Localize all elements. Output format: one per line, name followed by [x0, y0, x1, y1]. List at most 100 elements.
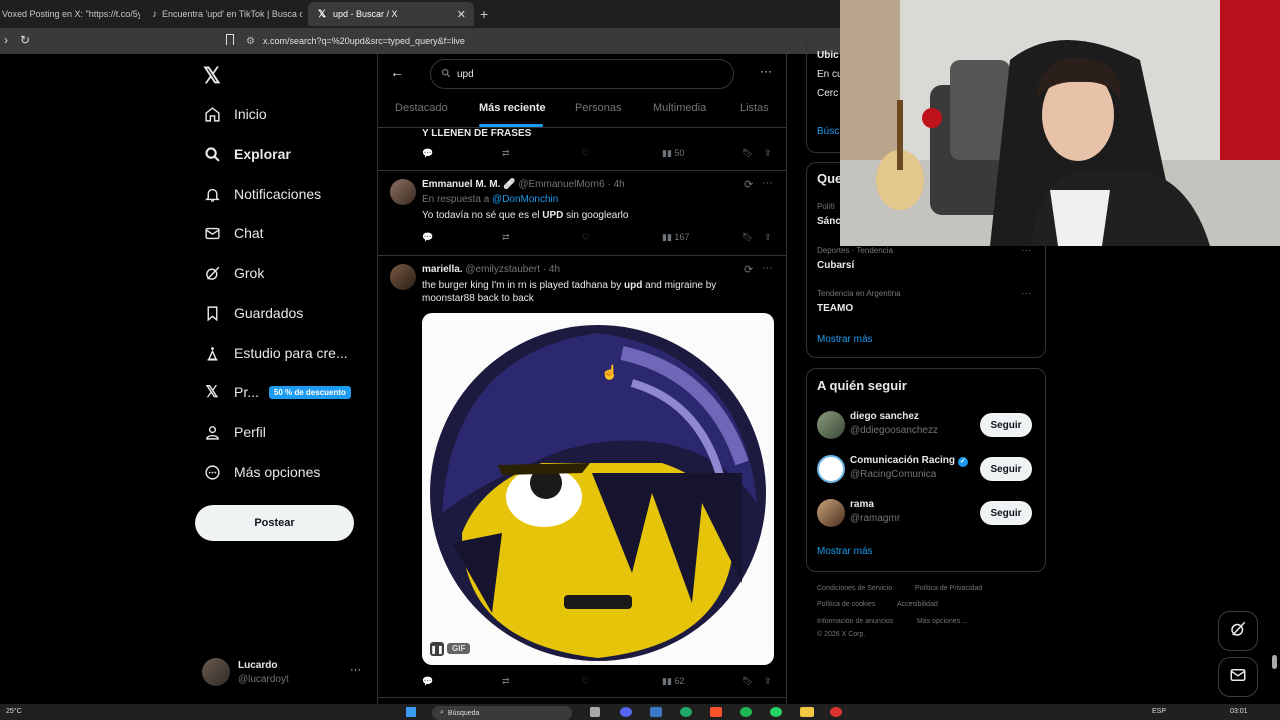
bookmark-icon[interactable]: 🔖︎ [742, 676, 753, 687]
app-icon[interactable] [650, 707, 662, 717]
tab-latest[interactable]: Más reciente [479, 102, 546, 114]
whatsapp-icon[interactable] [770, 707, 782, 717]
footer-link[interactable]: Política de Privacidad [915, 585, 982, 592]
show-more-link[interactable]: Mostrar más [817, 546, 873, 557]
task-view-icon[interactable] [590, 707, 600, 717]
tweet-media-gif[interactable]: ❚❚ GIF [422, 313, 774, 665]
browser-tab-2[interactable]: ♪ Encuentra 'upd' en TikTok | Busca co [144, 2, 302, 26]
like-icon[interactable]: ♡ [582, 676, 590, 687]
scrollbar-thumb[interactable] [1272, 655, 1277, 669]
author-name[interactable]: mariella. [422, 264, 463, 275]
file-explorer-icon[interactable] [800, 707, 814, 717]
pause-icon[interactable]: ❚❚ [430, 642, 444, 656]
browser-tab-active[interactable]: 𝕏 upd - Buscar / X ✕ [308, 2, 474, 26]
retweet-icon[interactable]: ⇄ [502, 676, 510, 687]
tweet[interactable]: mariella. @emilyzstaubert · 4h ⟳ ··· the… [378, 256, 786, 702]
author-handle[interactable]: @emilyzstaubert [465, 264, 540, 275]
footer-link[interactable]: Política de cookies [817, 601, 875, 608]
url-field[interactable]: ⚙ x.com/search?q=%20upd&src=typed_query&… [246, 31, 846, 51]
app-icon[interactable] [680, 707, 692, 717]
tab-people[interactable]: Personas [575, 102, 621, 114]
more-icon[interactable]: ··· [760, 64, 772, 78]
nav-home[interactable]: Inicio [202, 99, 267, 129]
taskbar-search[interactable]: ⌕ Búsqueda [432, 706, 572, 720]
bookmark-icon[interactable]: 🔖︎ [742, 148, 753, 159]
footer-link[interactable]: Información de anuncios [817, 618, 893, 625]
more-icon[interactable]: ··· [1021, 245, 1031, 256]
nav-chat[interactable]: Chat [202, 218, 264, 248]
nav-explore[interactable]: Explorar [202, 139, 291, 169]
nav-creator-studio[interactable]: Estudio para cre... [202, 338, 348, 368]
reload-icon[interactable]: ↻ [20, 33, 30, 47]
views-icon[interactable]: ▮▮ 167 [662, 232, 689, 243]
language-indicator[interactable]: ESP [1152, 708, 1166, 715]
post-button[interactable]: Postear [195, 505, 354, 541]
retweet-icon[interactable]: ⇄ [502, 148, 510, 159]
follow-suggestion[interactable]: rama @ramagmr Seguir [807, 493, 1045, 533]
browser-tab-1[interactable]: Voxed Posting en X: "https://t.co/5yM [0, 2, 140, 26]
more-icon[interactable]: ··· [762, 177, 773, 189]
new-tab-button[interactable]: + [480, 2, 496, 26]
trend-item[interactable]: Tendencia en Argentina TEAMO ··· [807, 286, 1045, 322]
retweet-icon[interactable]: ⇄ [502, 232, 510, 243]
follow-suggestion[interactable]: Comunicación Racing ✓ @RacingComunica Se… [807, 449, 1045, 489]
more-icon[interactable]: ··· [762, 262, 773, 274]
views-icon[interactable]: ▮▮ 50 [662, 148, 684, 159]
tab-lists[interactable]: Listas [740, 102, 769, 114]
more-icon[interactable]: ··· [350, 664, 361, 676]
x-logo[interactable]: 𝕏 [203, 63, 221, 89]
tweet-time[interactable]: 4h [614, 179, 625, 190]
grok-icon[interactable]: ⟳ [744, 178, 753, 191]
footer-link[interactable]: Condiciones de Servicio [817, 585, 892, 592]
grok-button[interactable] [1218, 611, 1258, 651]
weather-temperature[interactable]: 25°C [6, 708, 22, 715]
footer-link[interactable]: Accesibilidad [897, 601, 938, 608]
location-link[interactable]: Búsc [817, 126, 839, 137]
views-icon[interactable]: ▮▮ 62 [662, 676, 684, 687]
back-arrow-icon[interactable]: ← [390, 64, 404, 80]
reply-icon[interactable]: 💬 [422, 232, 433, 243]
like-icon[interactable]: ♡ [582, 232, 590, 243]
account-switcher[interactable]: Lucardo @lucardoyt ··· [202, 658, 372, 688]
tab-top[interactable]: Destacado [395, 102, 448, 114]
spotify-icon[interactable] [740, 707, 752, 717]
reply-icon[interactable]: 💬 [422, 676, 433, 687]
share-icon[interactable]: ⇪ [764, 148, 772, 159]
bookmark-icon[interactable]: 🔖︎ [742, 232, 753, 243]
like-icon[interactable]: ♡ [582, 148, 590, 159]
app-icon[interactable] [830, 707, 842, 717]
show-more-link[interactable]: Mostrar más [817, 334, 873, 345]
follow-button[interactable]: Seguir [980, 457, 1032, 481]
nav-premium[interactable]: 𝕏 Pr... 50 % de descuento [202, 377, 351, 407]
search-input[interactable]: upd [430, 59, 734, 89]
tweet[interactable]: Emmanuel M. M. 🩹 @EmmanuelMorn6 · 4h ⟳ ·… [378, 171, 786, 255]
nav-grok[interactable]: Grok [202, 258, 264, 288]
messages-button[interactable] [1218, 657, 1258, 697]
clock[interactable]: 03:01 [1230, 708, 1248, 715]
nav-notifications[interactable]: Notificaciones [202, 179, 321, 209]
author-handle[interactable]: @EmmanuelMorn6 [518, 179, 604, 190]
grok-icon[interactable]: ⟳ [744, 263, 753, 276]
follow-button[interactable]: Seguir [980, 413, 1032, 437]
brave-icon[interactable] [710, 707, 722, 717]
bookmark-page-icon[interactable] [226, 34, 234, 45]
footer-link[interactable]: Más opciones ... [917, 618, 968, 625]
nav-more-options[interactable]: Más opciones [202, 457, 320, 487]
share-icon[interactable]: ⇪ [764, 232, 772, 243]
windows-start-icon[interactable] [406, 707, 416, 717]
trend-item[interactable]: Deportes · Tendencia Cubarsí ··· [807, 243, 1045, 279]
forward-icon[interactable]: › [4, 33, 8, 47]
nav-profile[interactable]: Perfil [202, 417, 266, 447]
tab-media[interactable]: Multimedia [653, 102, 706, 114]
reply-mention[interactable]: @DonMonchin [492, 194, 558, 205]
follow-suggestion[interactable]: diego sanchez @ddiegoosanchezz Seguir [807, 405, 1045, 445]
discord-icon[interactable] [620, 707, 632, 717]
more-icon[interactable]: ··· [1021, 288, 1031, 299]
share-icon[interactable]: ⇪ [764, 676, 772, 687]
nav-bookmarks[interactable]: Guardados [202, 298, 303, 328]
tweet-time[interactable]: 4h [549, 264, 560, 275]
follow-button[interactable]: Seguir [980, 501, 1032, 525]
site-info-icon[interactable]: ⚙ [246, 36, 255, 47]
reply-icon[interactable]: 💬 [422, 148, 433, 159]
author-name[interactable]: Emmanuel M. M. 🩹 [422, 179, 516, 190]
